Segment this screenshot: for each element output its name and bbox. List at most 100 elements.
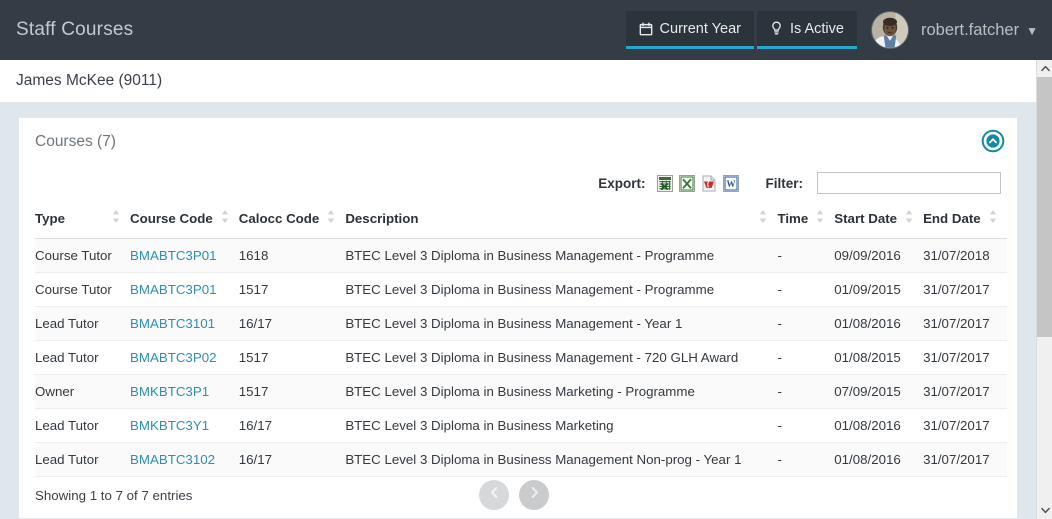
calendar-icon xyxy=(639,22,653,36)
cell-type: Owner xyxy=(35,374,131,409)
app-root: Staff Courses Current Year Is Active rob… xyxy=(0,0,1052,519)
cell-type: Lead Tutor xyxy=(35,306,131,341)
cell-end-date: 31/07/2017 xyxy=(923,272,1007,307)
is-active-label: Is Active xyxy=(789,20,844,37)
table-row[interactable]: Lead Tutor BMABTC3101 16/17 BTEC Level 3… xyxy=(35,306,1007,341)
table-row[interactable]: Lead Tutor BMKBTC3Y1 16/17 BTEC Level 3 … xyxy=(35,408,1007,443)
scroll-up-arrow-icon[interactable] xyxy=(1037,60,1052,77)
courses-table: Type Course Code Calocc Code Description… xyxy=(35,210,1007,477)
chevron-down-icon: ▼ xyxy=(1026,23,1038,38)
column-label-start-date: Start Date xyxy=(834,210,898,226)
cell-calocc-code: 16/17 xyxy=(238,408,346,443)
header-toggle-group: Current Year Is Active xyxy=(625,11,857,49)
course-code-link[interactable]: BMABTC3P01 xyxy=(130,248,216,263)
current-year-toggle[interactable]: Current Year xyxy=(625,11,754,49)
lightbulb-icon xyxy=(770,21,783,36)
column-header-start-date[interactable]: Start Date xyxy=(834,210,924,239)
vertical-scrollbar[interactable] xyxy=(1036,60,1052,519)
course-code-link[interactable]: BMABTC3102 xyxy=(130,452,215,467)
cell-course-code: BMABTC3P01 xyxy=(130,238,239,273)
right-gutter xyxy=(1020,103,1036,519)
column-header-end-date[interactable]: End Date xyxy=(923,210,1007,239)
sort-arrows-icon xyxy=(221,210,229,226)
sort-arrows-icon xyxy=(759,210,767,226)
cell-start-date: 01/08/2016 xyxy=(834,408,924,443)
filter-label: Filter: xyxy=(765,175,803,191)
courses-panel: Courses (7) Export: W Filter: Type Cours… xyxy=(18,117,1018,519)
scrollbar-thumb[interactable] xyxy=(1037,77,1052,337)
filter-input[interactable] xyxy=(817,172,1001,194)
course-code-link[interactable]: BMABTC3101 xyxy=(130,316,215,331)
column-label-calocc-code: Calocc Code xyxy=(238,210,320,226)
panel-header: Courses (7) xyxy=(19,118,1017,166)
svg-text:W: W xyxy=(727,179,736,189)
column-header-calocc-code[interactable]: Calocc Code xyxy=(238,210,346,239)
cell-calocc-code: 1517 xyxy=(238,272,346,307)
column-header-course-code[interactable]: Course Code xyxy=(130,210,239,239)
column-label-description: Description xyxy=(345,210,419,226)
cell-start-date: 01/08/2015 xyxy=(834,340,924,375)
chevron-up-circle-icon[interactable] xyxy=(981,129,1005,153)
table-row[interactable]: Course Tutor BMABTC3P01 1517 BTEC Level … xyxy=(35,272,1007,307)
export-label: Export: xyxy=(598,175,646,191)
column-label-time: Time xyxy=(777,210,809,226)
course-code-link[interactable]: BMABTC3P01 xyxy=(130,282,216,297)
pdf-icon[interactable] xyxy=(701,175,717,192)
sub-header-bar: James McKee (9011) xyxy=(0,60,1036,103)
user-menu[interactable]: robert.fatcher ▼ xyxy=(921,21,1038,40)
excel-icon[interactable] xyxy=(679,174,696,192)
cell-time: - xyxy=(777,238,835,273)
column-header-description[interactable]: Description xyxy=(345,210,778,239)
sort-arrows-icon xyxy=(816,210,824,226)
table-row[interactable]: Course Tutor BMABTC3P01 1618 BTEC Level … xyxy=(35,238,1007,273)
entries-summary: Showing 1 to 7 of 7 entries xyxy=(35,487,193,503)
table-body: Course Tutor BMABTC3P01 1618 BTEC Level … xyxy=(35,238,1007,477)
cell-calocc-code: 1517 xyxy=(238,374,346,409)
cell-type: Lead Tutor xyxy=(35,408,131,443)
column-label-end-date: End Date xyxy=(923,210,981,226)
cell-description: BTEC Level 3 Diploma in Business Marketi… xyxy=(345,408,778,443)
cell-end-date: 31/07/2018 xyxy=(923,238,1007,273)
column-header-time[interactable]: Time xyxy=(777,210,835,239)
cell-course-code: BMKBTC3Y1 xyxy=(130,408,239,443)
pagination xyxy=(479,480,549,510)
cell-calocc-code: 16/17 xyxy=(238,306,346,341)
cell-end-date: 31/07/2017 xyxy=(923,340,1007,375)
cell-end-date: 31/07/2017 xyxy=(923,408,1007,443)
cell-time: - xyxy=(777,408,835,443)
cell-start-date: 01/08/2016 xyxy=(834,306,924,341)
cell-time: - xyxy=(777,340,835,375)
avatar-photo xyxy=(871,12,908,48)
cell-course-code: BMABTC3101 xyxy=(130,306,239,341)
csv-icon[interactable] xyxy=(657,174,674,192)
pagination-previous-button[interactable] xyxy=(479,480,509,510)
cell-description: BTEC Level 3 Diploma in Business Managem… xyxy=(345,272,778,307)
sort-arrows-icon xyxy=(989,210,997,226)
pagination-next-button[interactable] xyxy=(519,480,549,510)
column-label-type: Type xyxy=(35,210,66,226)
column-header-type[interactable]: Type xyxy=(35,210,131,239)
panel-title: Courses (7) xyxy=(35,133,116,150)
chevron-right-icon xyxy=(529,486,540,504)
avatar[interactable] xyxy=(870,11,909,49)
header-right-group: Current Year Is Active robert.fatcher ▼ xyxy=(625,0,1038,60)
course-code-link[interactable]: BMKBTC3P1 xyxy=(130,384,209,399)
course-code-link[interactable]: BMKBTC3Y1 xyxy=(130,418,209,433)
table-row[interactable]: Lead Tutor BMABTC3P02 1517 BTEC Level 3 … xyxy=(35,340,1007,375)
cell-course-code: BMABTC3P01 xyxy=(130,272,239,307)
table-header-row: Type Course Code Calocc Code Description… xyxy=(35,210,1007,239)
is-active-toggle[interactable]: Is Active xyxy=(756,11,857,49)
cell-calocc-code: 1618 xyxy=(238,238,346,273)
scroll-down-arrow-icon[interactable] xyxy=(1037,502,1052,519)
cell-time: - xyxy=(777,272,835,307)
page-title: Staff Courses xyxy=(16,19,134,40)
word-icon[interactable]: W xyxy=(723,174,740,192)
cell-type: Lead Tutor xyxy=(35,340,131,375)
cell-end-date: 31/07/2017 xyxy=(923,374,1007,409)
cell-course-code: BMKBTC3P1 xyxy=(130,374,239,409)
cell-description: BTEC Level 3 Diploma in Business Managem… xyxy=(345,238,778,273)
course-code-link[interactable]: BMABTC3P02 xyxy=(130,350,216,365)
table-row[interactable]: Owner BMKBTC3P1 1517 BTEC Level 3 Diplom… xyxy=(35,374,1007,409)
top-header-bar: Staff Courses Current Year Is Active rob… xyxy=(0,0,1052,60)
cell-course-code: BMABTC3P02 xyxy=(130,340,239,375)
